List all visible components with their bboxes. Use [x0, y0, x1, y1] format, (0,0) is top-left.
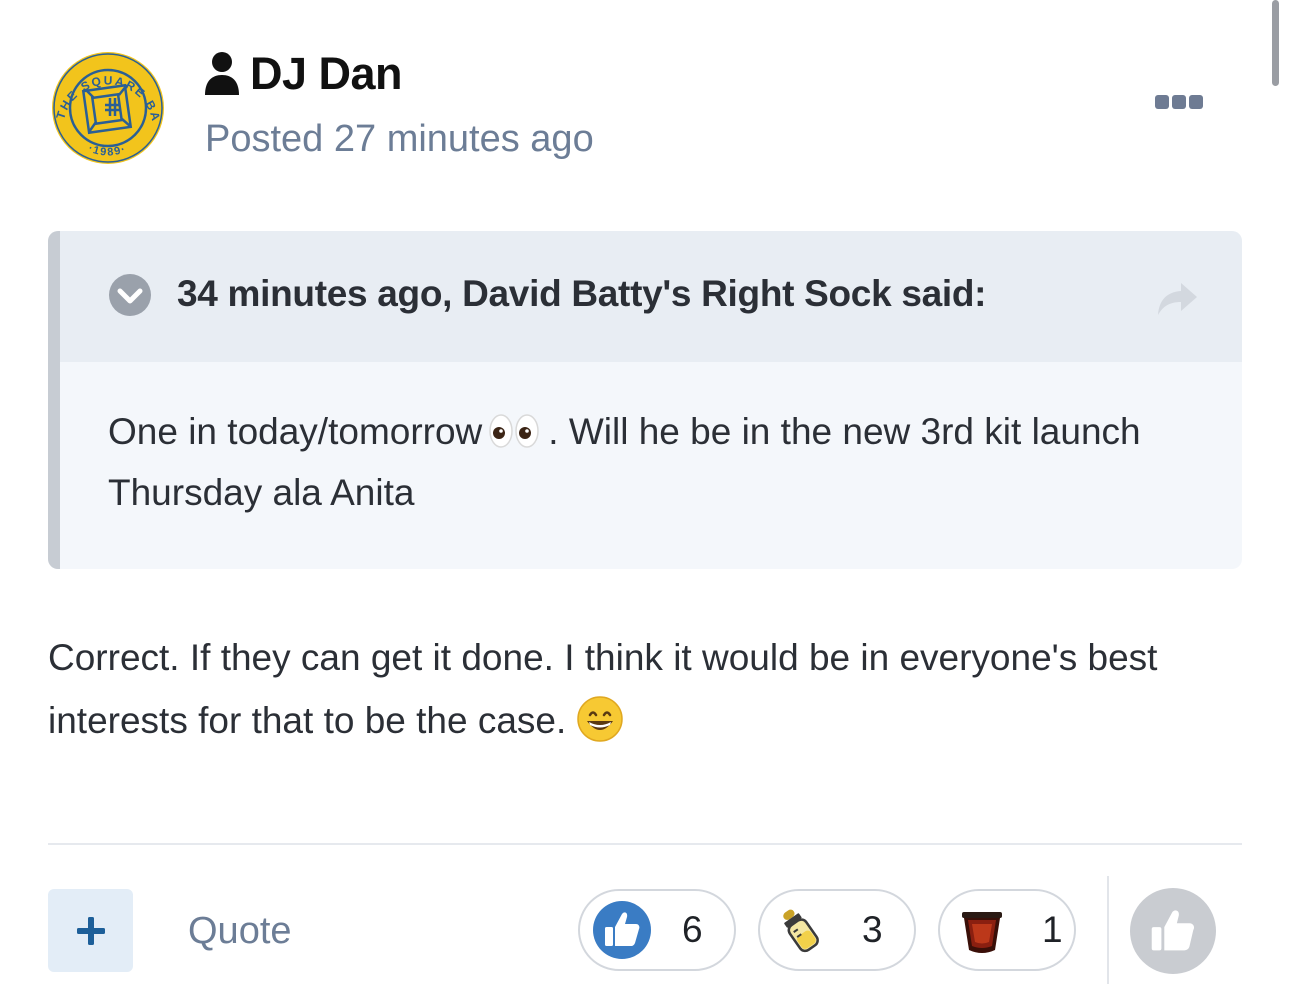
- quote-block: 34 minutes ago, David Batty's Right Sock…: [48, 231, 1242, 569]
- author-name[interactable]: DJ Dan: [250, 48, 403, 100]
- reaction-like-count: 6: [682, 909, 703, 950]
- footer-divider: [48, 843, 1242, 845]
- reaction-bottle-count: 3: [862, 909, 883, 950]
- post-content: Correct. If they can get it done. I thin…: [48, 626, 1248, 752]
- reaction-divider: [1107, 876, 1109, 984]
- user-avatar[interactable]: THE SQUARE BALL ·1989·: [50, 50, 166, 166]
- user-icon: [205, 52, 239, 95]
- thumbs-up-icon: [1151, 910, 1195, 951]
- chevron-down-icon[interactable]: [108, 273, 152, 317]
- share-arrow-icon[interactable]: [1155, 279, 1199, 319]
- multiquote-plus-button[interactable]: [48, 889, 133, 972]
- eyes-emoji: [489, 414, 540, 448]
- grinning-face-emoji: [577, 696, 624, 742]
- quote-text: One in today/tomorrow . Will he be in th…: [108, 401, 1188, 523]
- plus-icon: [76, 916, 105, 945]
- author-row: DJ Dan: [204, 46, 403, 102]
- reaction-cup-count: 1: [1042, 909, 1063, 950]
- scrollbar[interactable]: [1272, 0, 1279, 86]
- like-thumb-icon: [593, 901, 651, 959]
- reaction-cup[interactable]: 1: [938, 889, 1076, 971]
- react-button[interactable]: [1130, 888, 1216, 974]
- quote-header: 34 minutes ago, David Batty's Right Sock…: [60, 231, 1242, 362]
- quote-text-start: One in today/tomorrow: [108, 411, 483, 452]
- quote-accent-bar: [48, 231, 60, 569]
- reaction-like[interactable]: 6: [578, 889, 736, 971]
- quote-button[interactable]: Quote: [188, 910, 292, 953]
- post-timestamp[interactable]: Posted 27 minutes ago: [205, 118, 594, 161]
- dark-cup-icon: [962, 912, 1002, 953]
- reaction-bottle[interactable]: 3: [758, 889, 916, 971]
- baby-bottle-icon: [783, 909, 819, 953]
- more-options-icon[interactable]: [1155, 92, 1209, 112]
- quote-citation: 34 minutes ago, David Batty's Right Sock…: [177, 273, 987, 314]
